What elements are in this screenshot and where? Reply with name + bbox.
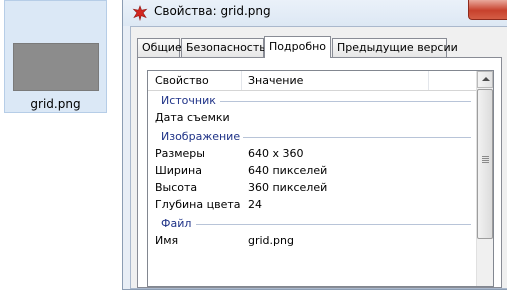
column-header-property[interactable]: Свойство	[155, 74, 209, 87]
list-item[interactable]: Высота 360 пикселей	[148, 180, 476, 197]
property-value: 24	[248, 198, 262, 211]
property-name: Глубина цвета	[155, 198, 241, 211]
list-item[interactable]: Размеры 640 x 360	[148, 146, 476, 163]
group-label: Изображение	[161, 130, 241, 143]
group-header-file[interactable]: Файл	[148, 214, 476, 233]
group-header-image[interactable]: Изображение	[148, 127, 476, 146]
list-item[interactable]: Имя grid.png	[148, 233, 476, 250]
property-list[interactable]: Свойство Значение Источник Дата съемки И…	[147, 70, 494, 287]
group-header-source[interactable]: Источник	[148, 91, 476, 110]
list-header: Свойство Значение	[148, 71, 476, 91]
property-value: 360 пикселей	[248, 181, 328, 194]
property-value: 640 x 360	[248, 147, 304, 160]
tab-security[interactable]: Безопасность	[181, 38, 266, 57]
group-divider	[196, 224, 471, 225]
file-name-label: grid.png	[30, 97, 81, 111]
column-divider[interactable]	[241, 71, 242, 90]
list-rows: Источник Дата съемки Изображение Размеры	[148, 91, 476, 286]
tab-details[interactable]: Подробно	[264, 36, 331, 58]
image-thumbnail	[13, 43, 99, 91]
group-label: Файл	[161, 217, 192, 230]
title-bar[interactable]: Свойства: grid.png	[123, 0, 507, 26]
property-name: Высота	[155, 181, 198, 194]
scroll-thumb[interactable]	[477, 89, 493, 239]
property-name: Ширина	[155, 164, 202, 177]
group-divider	[220, 101, 471, 102]
details-panel: Свойство Значение Источник Дата съемки И…	[137, 57, 502, 288]
property-name: Размеры	[155, 147, 205, 160]
group-label: Источник	[161, 94, 216, 107]
properties-dialog: Свойства: grid.png Общие Безопасность По…	[122, 0, 507, 290]
close-button[interactable]	[468, 0, 507, 20]
list-item[interactable]: Дата съемки	[148, 110, 476, 127]
property-name: Дата съемки	[155, 111, 230, 124]
tab-previous-versions[interactable]: Предыдущие версии	[332, 38, 458, 57]
vertical-scrollbar[interactable]	[476, 71, 493, 286]
tab-general[interactable]: Общие	[137, 38, 182, 57]
window-title: Свойства: grid.png	[154, 4, 271, 18]
grip-icon	[482, 156, 489, 164]
group-divider	[243, 137, 471, 138]
dialog-client-area: Общие Безопасность Подробно Предыдущие в…	[130, 26, 507, 289]
column-divider[interactable]	[428, 71, 429, 90]
scroll-up-button[interactable]	[477, 71, 493, 88]
property-value: grid.png	[248, 234, 294, 247]
list-item[interactable]: Глубина цвета 24	[148, 197, 476, 214]
property-name: Имя	[155, 234, 179, 247]
desktop-file-item[interactable]: grid.png	[4, 0, 107, 113]
chevron-up-icon	[482, 77, 490, 81]
red-star-app-icon	[132, 5, 148, 21]
list-item[interactable]: Ширина 640 пикселей	[148, 163, 476, 180]
column-header-value[interactable]: Значение	[248, 74, 303, 87]
property-value: 640 пикселей	[248, 164, 328, 177]
